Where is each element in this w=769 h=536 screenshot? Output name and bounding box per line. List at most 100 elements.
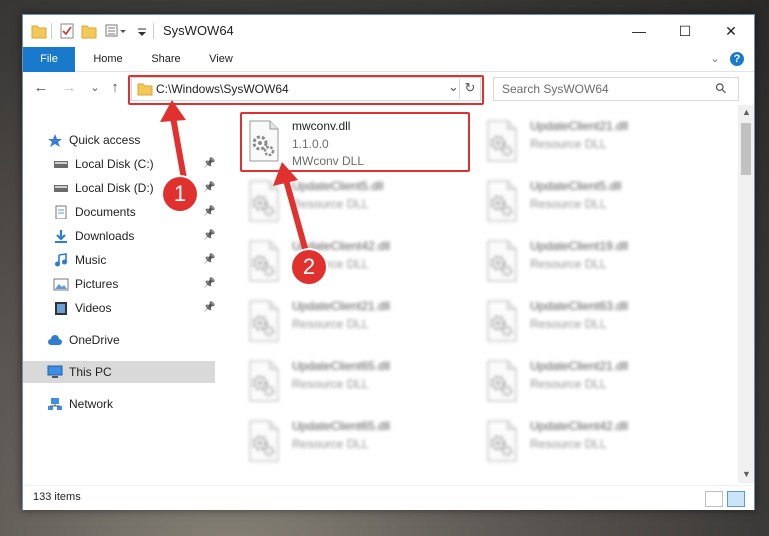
file-description: Resource DLL — [530, 437, 607, 451]
file-item[interactable]: UpdateClient63.dll Resource DLL — [478, 295, 706, 351]
file-description: Resource DLL — [530, 197, 607, 211]
file-description: Resource DLL — [530, 137, 607, 151]
file-item[interactable]: UpdateClient65.dll Resource DLL — [240, 415, 468, 471]
file-description: Resource DLL — [292, 377, 369, 391]
file-description: Resource DLL — [530, 377, 607, 391]
file-description: Resource DLL — [292, 197, 369, 211]
file-item[interactable]: UpdateClient42.dll Resource DLL — [240, 235, 468, 291]
folder-icon[interactable] — [31, 22, 47, 40]
file-name: UpdateClient65.dll — [292, 419, 391, 433]
quick-access-dropdown-icon[interactable] — [136, 22, 148, 40]
dll-file-icon — [484, 359, 520, 403]
file-name: UpdateClient63.dll — [530, 299, 629, 313]
file-item[interactable]: UpdateClient5.dll Resource DLL — [478, 175, 706, 231]
pin-icon[interactable]: 📌 — [203, 225, 215, 247]
file-item[interactable]: UpdateClient5.dll Resource DLL — [240, 175, 468, 231]
file-name: UpdateClient21.dll — [530, 119, 629, 133]
documents-icon — [55, 205, 67, 219]
file-name: UpdateClient21.dll — [292, 299, 391, 313]
file-item[interactable]: UpdateClient21.dll Resource DLL — [240, 295, 468, 351]
music-icon — [55, 253, 67, 267]
dll-file-icon — [246, 359, 282, 403]
pictures-icon — [53, 278, 69, 291]
recent-locations-button[interactable]: ⌄ — [85, 78, 105, 98]
sidebar-item-videos[interactable]: Videos 📌 — [23, 297, 215, 319]
expand-ribbon-icon[interactable]: ⌄ — [707, 47, 723, 71]
sidebar-item-label: Network — [69, 397, 114, 411]
sidebar-item-label: Videos — [75, 301, 112, 315]
sidebar-item-label: Local Disk (C:) — [75, 157, 154, 171]
sidebar-item-label: This PC — [69, 365, 112, 379]
file-name: UpdateClient65.dll — [292, 359, 391, 373]
scroll-down-icon[interactable]: ▼ — [742, 469, 751, 479]
details-view-icon[interactable] — [705, 491, 723, 507]
large-icons-view-icon[interactable] — [727, 491, 745, 507]
file-item[interactable]: UpdateClient42.dll Resource DLL — [478, 415, 706, 471]
pin-icon[interactable]: 📌 — [203, 273, 215, 295]
sidebar-item-quick-access[interactable]: Quick access — [23, 129, 215, 151]
videos-icon — [55, 302, 67, 315]
sidebar-item-label: Pictures — [75, 277, 119, 291]
properties-icon[interactable] — [59, 22, 75, 40]
search-box[interactable]: Search SysWOW64 ⚲ — [493, 77, 739, 101]
step-2-badge: 2 — [292, 250, 326, 284]
pin-icon[interactable]: 📌 — [203, 297, 215, 319]
pin-icon[interactable]: 📌 — [203, 249, 215, 271]
computer-icon — [47, 365, 63, 378]
file-item[interactable]: UpdateClient21.dll Resource DLL — [478, 115, 706, 171]
minimize-button[interactable]: — — [616, 15, 662, 47]
separator — [153, 23, 154, 39]
file-description: Resource DLL — [292, 437, 369, 451]
cloud-icon — [48, 335, 62, 345]
pin-icon[interactable]: 📌 — [203, 177, 215, 199]
sidebar-item-label: Quick access — [69, 133, 141, 147]
forward-button[interactable]: → — [59, 78, 79, 98]
file-name: UpdateClient5.dll — [530, 179, 622, 193]
sidebar-item-this-pc[interactable]: This PC — [23, 361, 215, 383]
file-name: UpdateClient19.dll — [530, 239, 629, 253]
window-title: SysWOW64 — [163, 23, 234, 38]
dll-file-icon — [484, 239, 520, 283]
sidebar-item-music[interactable]: Music 📌 — [23, 249, 215, 271]
tab-view[interactable]: View — [197, 47, 245, 71]
vertical-scrollbar[interactable]: ▲ ▼ — [738, 105, 754, 483]
file-item[interactable]: UpdateClient65.dll Resource DLL — [240, 355, 468, 411]
dll-file-icon — [484, 179, 520, 223]
help-icon[interactable]: ? — [730, 52, 744, 66]
file-name: UpdateClient5.dll — [292, 179, 384, 193]
sidebar-item-downloads[interactable]: Downloads 📌 — [23, 225, 215, 247]
address-bar-highlight — [128, 75, 484, 105]
scrollbar-thumb[interactable] — [741, 123, 751, 175]
dll-file-icon — [246, 179, 282, 223]
file-description: Resource DLL — [530, 257, 607, 271]
up-button[interactable]: ↑ — [105, 78, 125, 98]
item-count: 133 items — [33, 491, 81, 503]
file-name: UpdateClient21.dll — [530, 359, 629, 373]
tab-home[interactable]: Home — [83, 47, 133, 71]
scroll-up-icon[interactable]: ▲ — [742, 107, 751, 117]
sidebar-item-label: Downloads — [75, 229, 135, 243]
back-button[interactable]: ← — [31, 78, 51, 98]
pin-icon[interactable]: 📌 — [203, 153, 215, 175]
navigation-pane: Quick access Local Disk (C:) 📌 Local Disk (… — [23, 105, 215, 483]
new-folder-icon[interactable] — [81, 22, 97, 40]
customize-toolbar-icon[interactable] — [105, 22, 131, 40]
pin-icon[interactable]: 📌 — [203, 201, 215, 223]
close-button[interactable]: ✕ — [708, 15, 754, 47]
drive-icon — [54, 161, 68, 168]
tab-share[interactable]: Share — [141, 47, 191, 71]
sidebar-item-onedrive[interactable]: OneDrive — [23, 329, 215, 351]
file-highlight — [240, 112, 470, 172]
sidebar-item-local-disk-c[interactable]: Local Disk (C:) 📌 — [23, 153, 215, 175]
maximize-button[interactable]: ☐ — [662, 15, 708, 47]
search-icon: ⚲ — [711, 78, 731, 98]
sidebar-item-pictures[interactable]: Pictures 📌 — [23, 273, 215, 295]
dll-file-icon — [484, 119, 520, 163]
sidebar-item-network[interactable]: Network — [23, 393, 215, 415]
dll-file-icon — [246, 419, 282, 463]
search-input[interactable]: Search SysWOW64 — [502, 82, 609, 96]
sidebar-item-label: Local Disk (D:) — [75, 181, 154, 195]
file-description: Resource DLL — [530, 317, 607, 331]
file-item[interactable]: UpdateClient19.dll Resource DLL — [478, 235, 706, 291]
file-item[interactable]: UpdateClient21.dll Resource DLL — [478, 355, 706, 411]
